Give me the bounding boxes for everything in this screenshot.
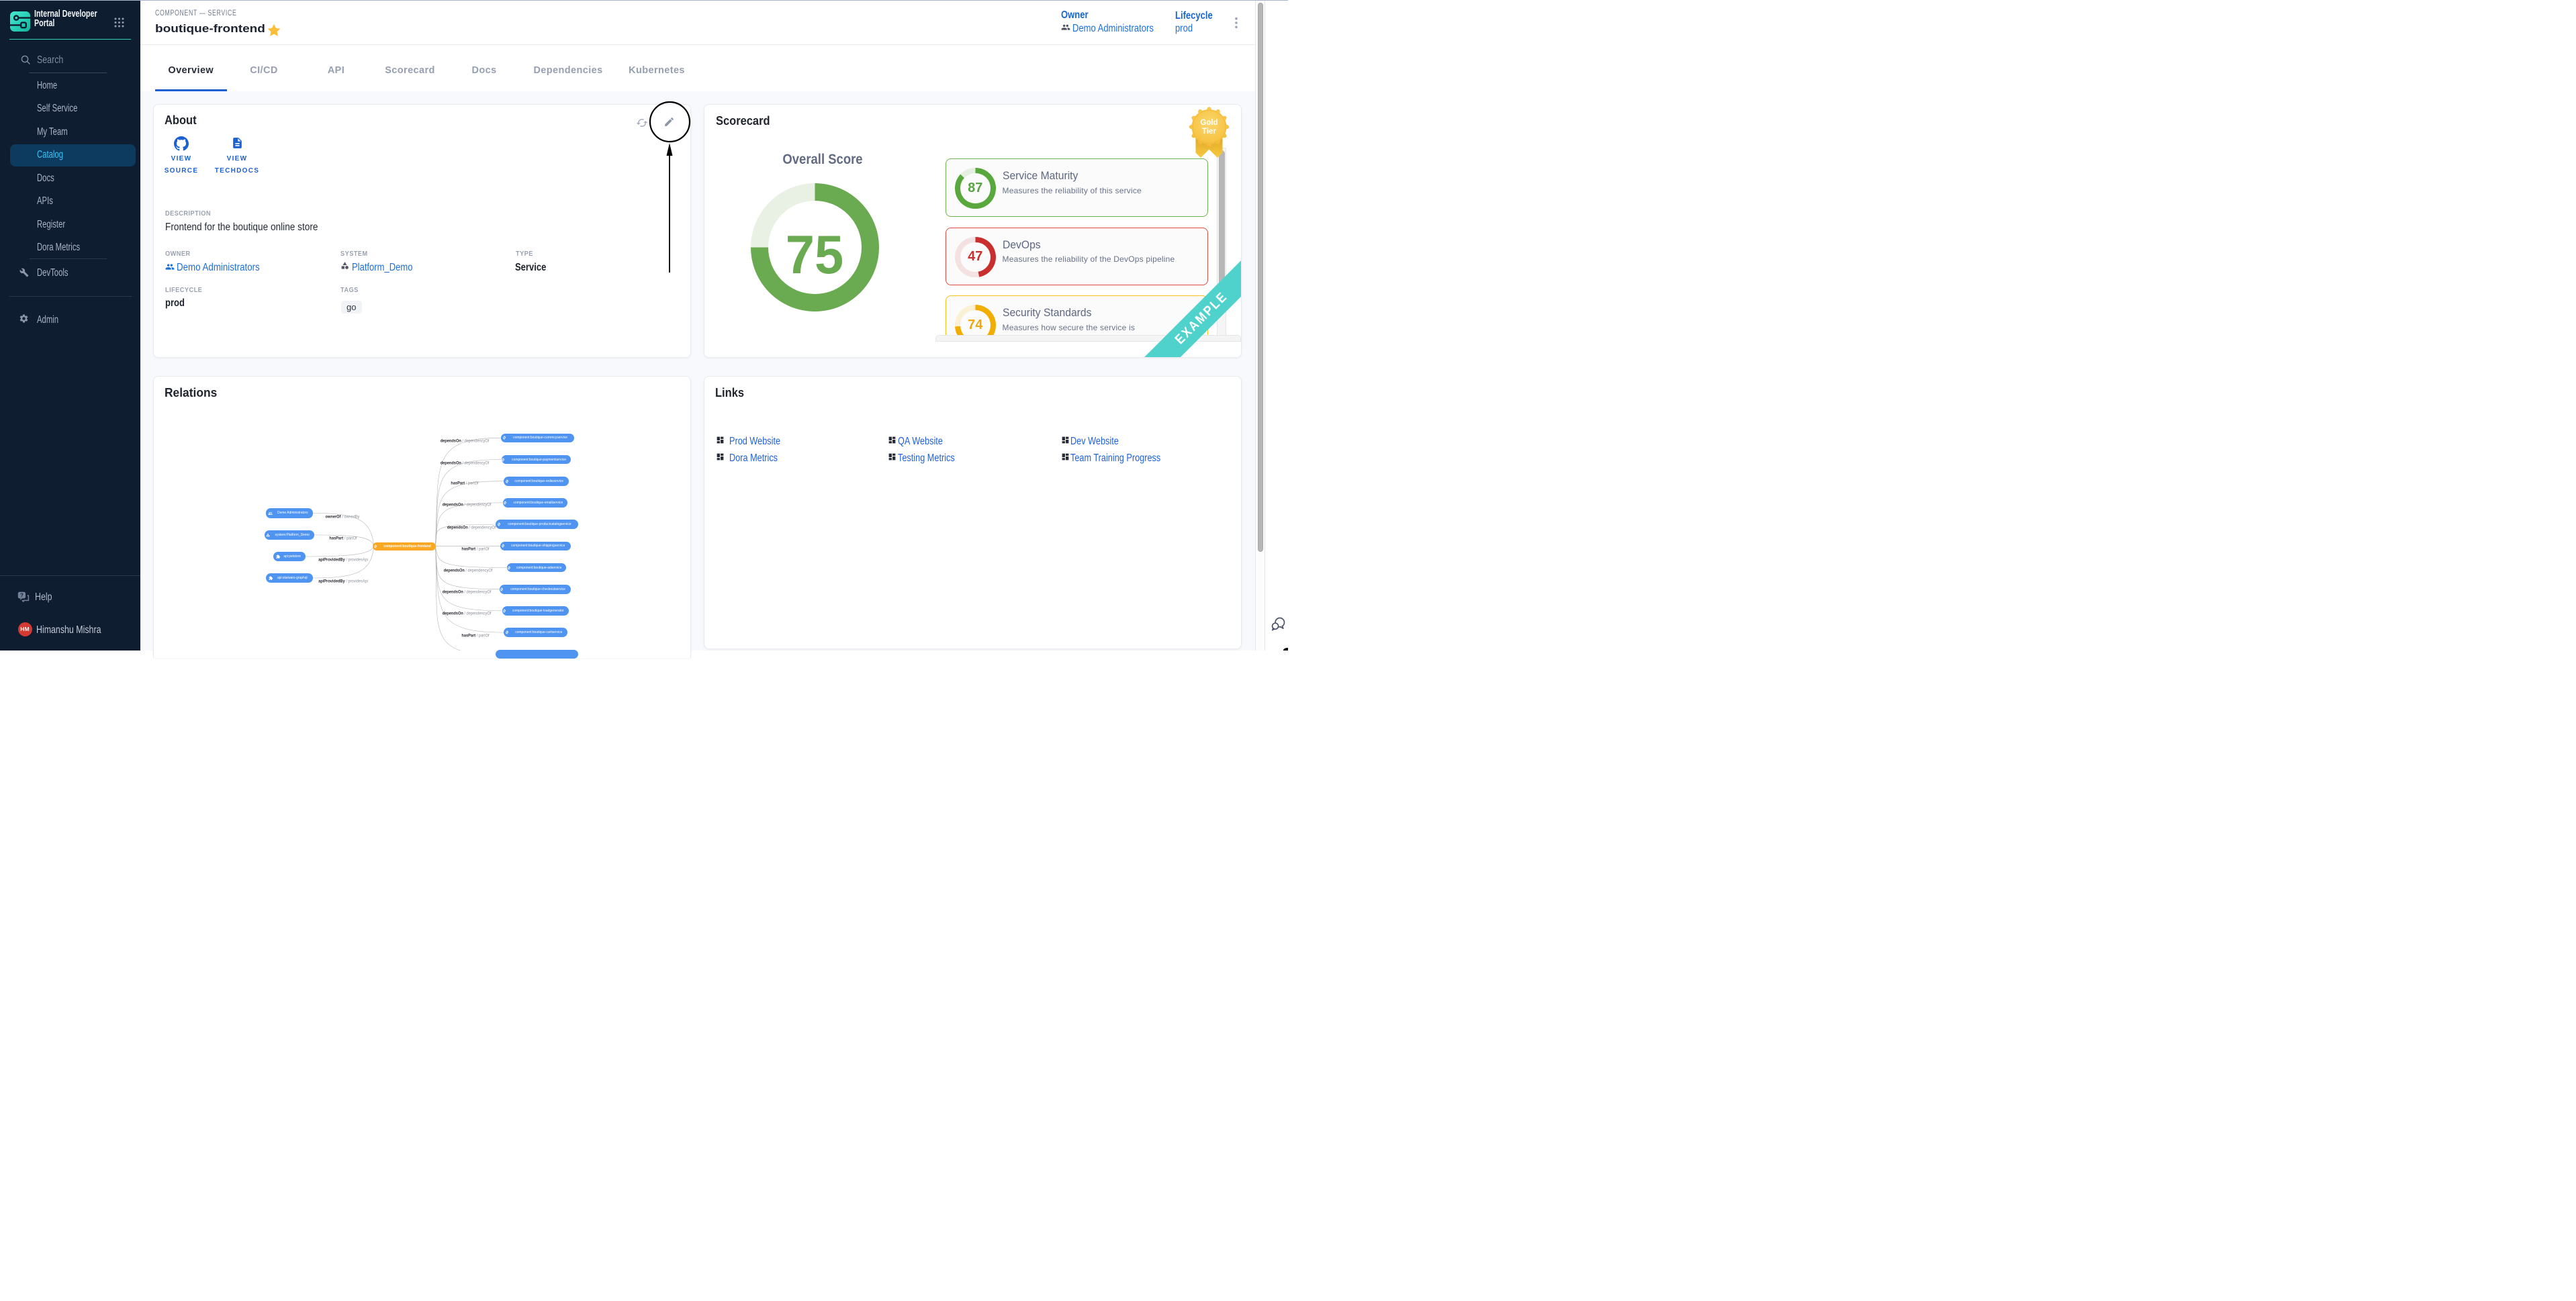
svg-text:?: ? bbox=[20, 592, 24, 598]
svg-text:Tier: Tier bbox=[1202, 128, 1216, 136]
svg-text:Gold: Gold bbox=[1200, 119, 1217, 127]
